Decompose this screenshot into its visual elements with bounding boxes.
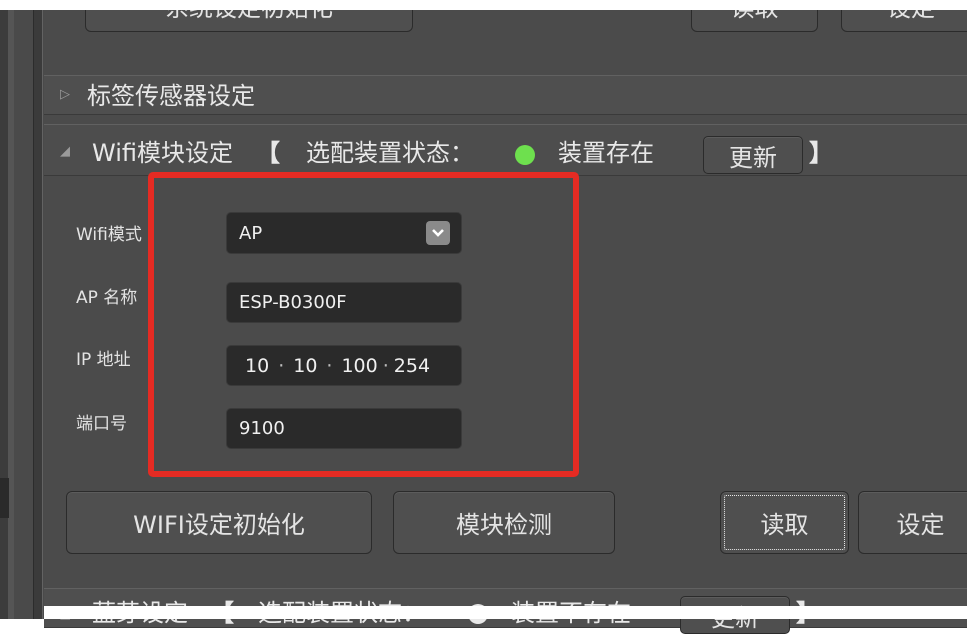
panel-splitter[interactable] bbox=[33, 10, 43, 619]
ap-name-label: AP 名称 bbox=[76, 288, 138, 308]
wifi-init-button[interactable]: WIFI设定初始化 bbox=[66, 491, 372, 554]
wifi-read-button[interactable]: 读取 bbox=[720, 491, 849, 554]
port-label: 端口号 bbox=[76, 414, 127, 434]
wifi-status-prefix: 选配装置状态： bbox=[306, 139, 474, 167]
bracket-open: 【 bbox=[256, 139, 280, 167]
triangle-down-icon: ◢ bbox=[60, 144, 70, 159]
module-detect-button[interactable]: 模块检测 bbox=[393, 491, 615, 554]
ip-address-label: IP 地址 bbox=[76, 350, 131, 370]
wifi-refresh-label: 更新 bbox=[729, 143, 777, 172]
wifi-mode-label: Wifi模式 bbox=[76, 225, 142, 245]
wifi-status-text: 装置存在 bbox=[558, 139, 654, 167]
module-detect-label: 模块检测 bbox=[456, 511, 552, 539]
wifi-init-label: WIFI设定初始化 bbox=[133, 511, 305, 539]
section-tag-sensor-title: 标签传感器设定 bbox=[87, 82, 255, 110]
wifi-set-button[interactable]: 设定 bbox=[858, 491, 967, 554]
wifi-refresh-button[interactable]: 更新 bbox=[703, 136, 803, 174]
bottom-clip bbox=[44, 606, 967, 619]
wifi-read-label: 读取 bbox=[760, 511, 809, 539]
triangle-right-icon: ▷ bbox=[60, 87, 70, 102]
section-wifi-title: Wifi模块设定 bbox=[92, 139, 233, 167]
wifi-set-label: 设定 bbox=[896, 511, 945, 539]
status-ok-icon bbox=[515, 145, 535, 165]
left-edge-panel-inner bbox=[8, 10, 14, 619]
bracket-close: 】 bbox=[809, 139, 833, 167]
left-edge-panel bbox=[0, 10, 8, 619]
top-clip bbox=[0, 0, 967, 10]
highlight-box bbox=[148, 172, 579, 477]
left-edge-marker bbox=[0, 478, 9, 518]
